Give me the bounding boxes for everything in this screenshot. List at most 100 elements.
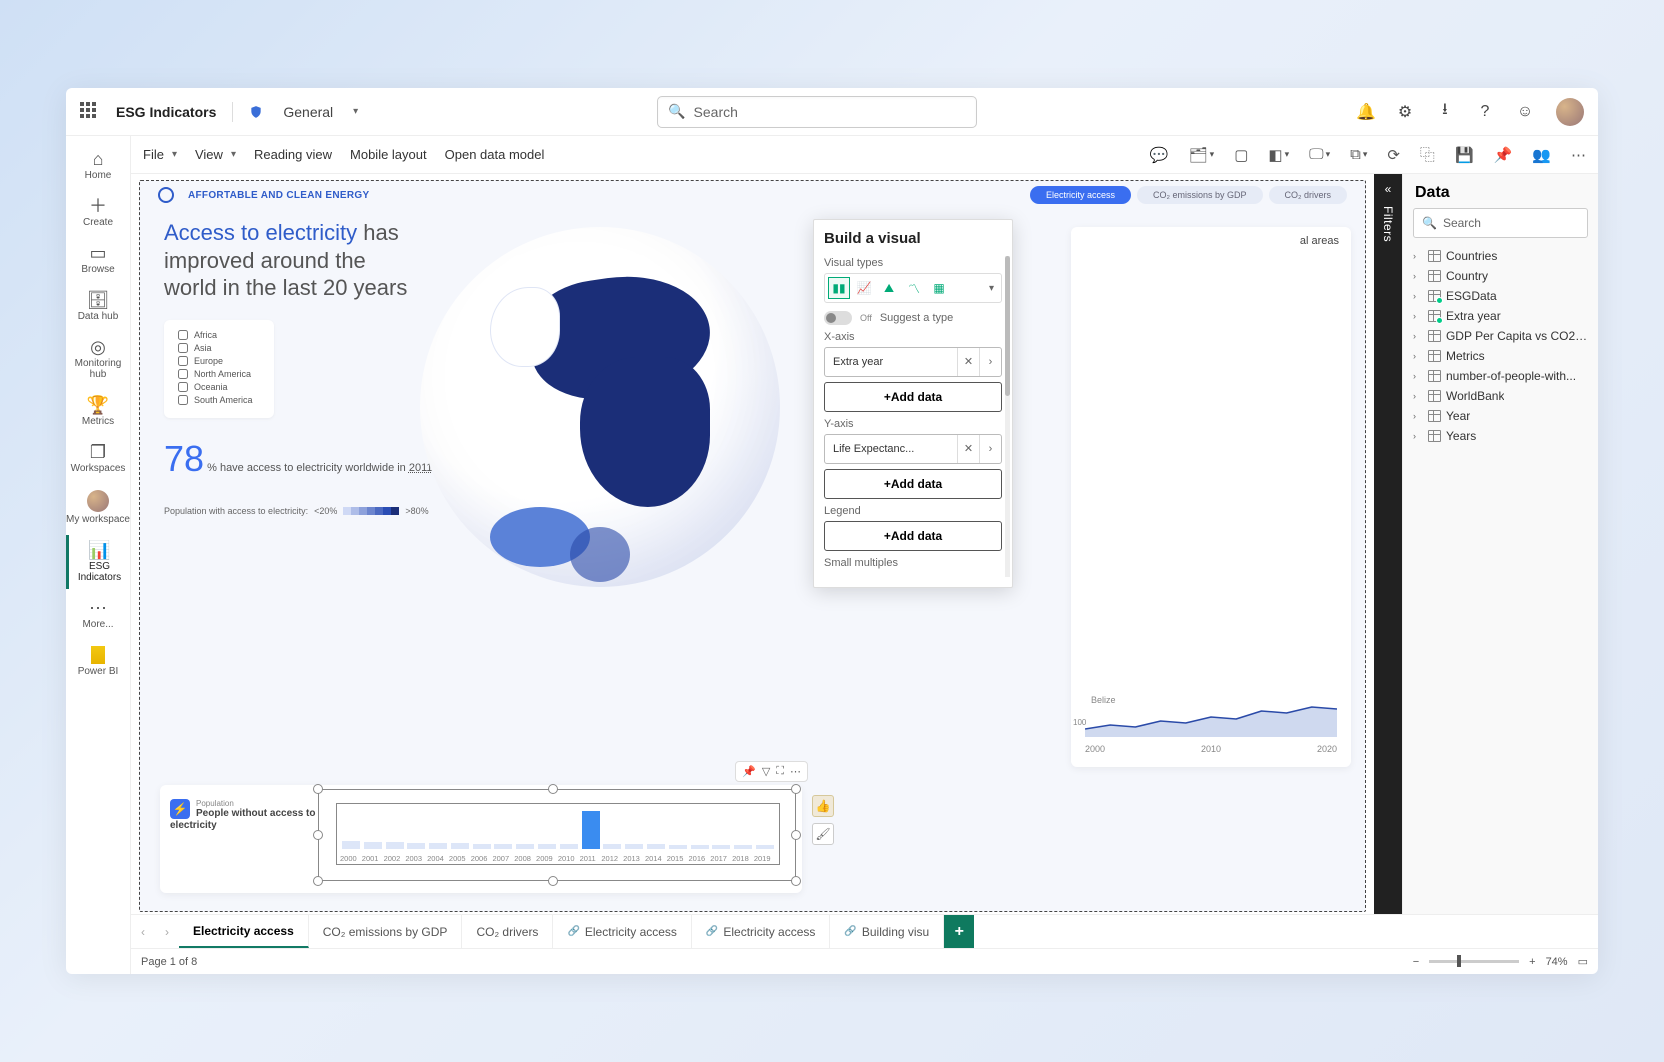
menu-view[interactable]: View▾ (195, 147, 236, 162)
nav-browse[interactable]: ▭Browse (66, 238, 130, 281)
resize-handle[interactable] (791, 784, 801, 794)
nav-workspaces[interactable]: ❐Workspaces (66, 437, 130, 480)
region-option[interactable]: Europe (178, 356, 260, 366)
yaxis-add-data[interactable]: +Add data (824, 469, 1002, 499)
region-option[interactable]: South America (178, 395, 260, 405)
refresh-icon[interactable]: ⟳ (1387, 146, 1400, 164)
line-chart-icon[interactable]: 📈 (853, 277, 875, 299)
resize-handle[interactable] (313, 830, 323, 840)
xaxis-field-well[interactable]: Extra year ✕ › (824, 347, 1002, 377)
nav-pill[interactable]: Electricity access (1030, 186, 1131, 204)
user-avatar[interactable] (1556, 98, 1584, 126)
save-icon[interactable]: 💾 (1455, 146, 1474, 164)
area-chart-icon[interactable]: ⛰ (878, 277, 900, 299)
nav-home[interactable]: ⌂Home (66, 144, 130, 187)
pin-icon[interactable]: 📌 (1494, 146, 1513, 164)
page-tab[interactable]: 🔗Electricity access (553, 915, 691, 948)
data-table-item[interactable]: ›Metrics (1409, 346, 1592, 366)
xaxis-add-data[interactable]: +Add data (824, 382, 1002, 412)
nav-create[interactable]: ＋Create (66, 191, 130, 234)
zoom-in[interactable]: + (1529, 956, 1535, 968)
page-tab[interactable]: CO₂ drivers (462, 915, 553, 948)
popup-scrollbar[interactable] (1005, 256, 1010, 577)
data-table-item[interactable]: ›ESGData (1409, 286, 1592, 306)
nav-data-hub[interactable]: 🗄Data hub (66, 285, 130, 328)
column-chart-icon[interactable]: ▮▮ (828, 277, 850, 299)
menu-mobile-layout[interactable]: Mobile layout (350, 147, 427, 162)
nav-esg-indicators[interactable]: 📊ESG Indicators (66, 535, 130, 589)
layout-icon[interactable]: ▢ (1234, 146, 1248, 164)
expand-filters-icon[interactable]: « (1385, 182, 1392, 196)
visual-type-picker[interactable]: ▮▮ 📈 ⛰ 〽 ▦ ▾ (824, 273, 1002, 303)
resize-handle[interactable] (548, 876, 558, 886)
filter-visual-icon[interactable]: ▽ (762, 765, 770, 778)
fit-page-icon[interactable]: ▭ (1578, 955, 1588, 968)
data-search[interactable]: 🔍 Search (1413, 208, 1588, 238)
global-search[interactable]: 🔍 Search (657, 96, 977, 128)
data-table-item[interactable]: ›WorldBank (1409, 386, 1592, 406)
settings-icon[interactable]: ⚙ (1396, 102, 1414, 122)
report-canvas[interactable]: AFFORTABLE AND CLEAN ENERGY Electricity … (131, 174, 1374, 914)
remove-field-icon[interactable]: ✕ (957, 348, 979, 376)
nav-metrics[interactable]: 🏆Metrics (66, 390, 130, 433)
page-tab[interactable]: CO₂ emissions by GDP (309, 915, 463, 948)
notifications-icon[interactable]: 🔔 (1356, 102, 1374, 122)
zoom-slider[interactable] (1429, 960, 1519, 963)
nav-pill[interactable]: CO₂ drivers (1269, 186, 1348, 204)
visual-type-more[interactable]: ▾ (985, 283, 998, 294)
on-object-format-button[interactable]: 🖌 (812, 823, 834, 845)
data-table-item[interactable]: ›Years (1409, 426, 1592, 446)
more-icon[interactable]: ⋯ (1571, 146, 1586, 164)
app-launcher-icon[interactable] (80, 102, 100, 122)
page-tab[interactable]: 🔗Building visu (830, 915, 944, 948)
bookmark-dropdown[interactable]: 🗂▾ (1189, 146, 1215, 164)
menu-open-data-model[interactable]: Open data model (445, 147, 545, 162)
resize-handle[interactable] (313, 784, 323, 794)
nav-more-[interactable]: ⋯More... (66, 593, 130, 636)
field-menu-icon[interactable]: › (979, 348, 1001, 376)
focus-mode-icon[interactable]: ⛶ (776, 765, 784, 778)
zoom-out[interactable]: − (1413, 956, 1419, 968)
region-option[interactable]: Oceania (178, 382, 260, 392)
world-map-visual[interactable] (420, 227, 780, 587)
remove-field-icon[interactable]: ✕ (957, 435, 979, 463)
menu-reading-view[interactable]: Reading view (254, 147, 332, 162)
resize-handle[interactable] (313, 876, 323, 886)
suggest-type-toggle[interactable] (824, 311, 852, 325)
data-table-item[interactable]: ›Year (1409, 406, 1592, 426)
on-object-build-button[interactable]: 👍 (812, 795, 834, 817)
menu-file[interactable]: File▾ (143, 147, 177, 162)
present-dropdown[interactable]: 🖵▾ (1309, 146, 1330, 163)
region-slicer[interactable]: AfricaAsiaEuropeNorth AmericaOceaniaSout… (164, 320, 274, 418)
resize-handle[interactable] (791, 830, 801, 840)
help-icon[interactable]: ? (1476, 103, 1494, 121)
field-menu-icon[interactable]: › (979, 435, 1001, 463)
chevron-down-icon[interactable]: ▾ (353, 106, 358, 117)
data-table-item[interactable]: ›Country (1409, 266, 1592, 286)
legend-add-data[interactable]: +Add data (824, 521, 1002, 551)
page-tab[interactable]: 🔗Electricity access (692, 915, 830, 948)
add-page-button[interactable]: + (944, 915, 974, 948)
copy-dropdown[interactable]: ⧉▾ (1350, 146, 1367, 163)
teams-icon[interactable]: 👥 (1532, 146, 1551, 164)
shapes-dropdown[interactable]: ◧▾ (1268, 146, 1289, 164)
data-table-item[interactable]: ›GDP Per Capita vs CO2 ... (1409, 326, 1592, 346)
selected-bar-visual[interactable]: 📌 ▽ ⛶ ⋯ 👍 🖌 ⚡ (160, 785, 802, 893)
feedback-icon[interactable]: ☺ (1516, 103, 1534, 121)
page-tab[interactable]: Electricity access (179, 915, 309, 948)
comment-icon[interactable]: 💬 (1150, 146, 1169, 164)
stacked-area-icon[interactable]: 〽 (903, 277, 925, 299)
data-table-item[interactable]: ›Extra year (1409, 306, 1592, 326)
duplicate-icon[interactable]: ⿻ (1420, 144, 1435, 165)
table-icon[interactable]: ▦ (928, 277, 950, 299)
nav-pill[interactable]: CO₂ emissions by GDP (1137, 186, 1263, 204)
tabs-scroll-right[interactable]: › (155, 915, 179, 948)
nav-my-workspace[interactable]: My workspace (66, 484, 130, 531)
nav-power-bi[interactable]: Power BI (66, 640, 130, 683)
more-options-icon[interactable]: ⋯ (790, 765, 801, 778)
region-option[interactable]: Asia (178, 343, 260, 353)
filters-pane-collapsed[interactable]: « Filters (1374, 174, 1402, 914)
nav-monitoring-hub[interactable]: ◎Monitoring hub (66, 332, 130, 386)
download-icon[interactable]: ⭳ (1436, 98, 1454, 125)
sensitivity-label[interactable]: General (283, 104, 333, 120)
